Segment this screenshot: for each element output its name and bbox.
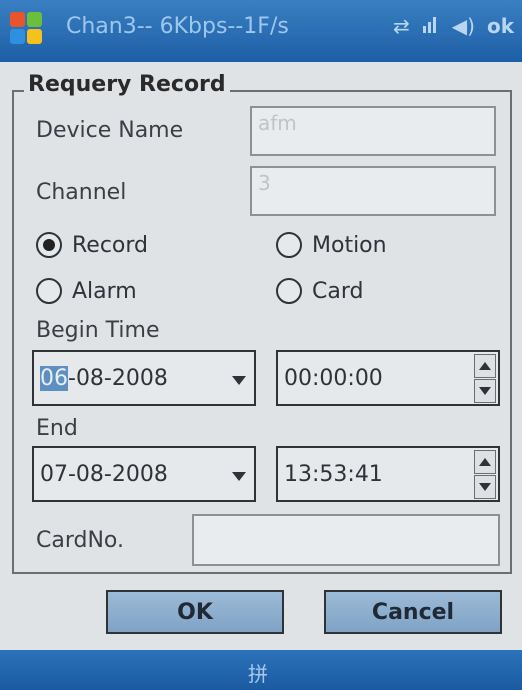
cancel-button[interactable]: Cancel xyxy=(324,590,502,634)
arrow-up-icon[interactable] xyxy=(474,450,496,474)
radio-unselected-icon xyxy=(36,278,62,304)
device-name-field[interactable]: afm xyxy=(250,106,496,156)
record-radio-label: Record xyxy=(72,232,149,258)
alarm-radio-label: Alarm xyxy=(72,278,137,304)
chevron-down-icon[interactable] xyxy=(232,472,246,481)
radio-unselected-icon xyxy=(276,278,302,304)
group-title: Requery Record xyxy=(24,72,230,97)
end-time-stepper[interactable]: 13:53:41 xyxy=(276,446,500,502)
end-date-value: 07-08-2008 xyxy=(40,462,168,487)
arrow-up-icon[interactable] xyxy=(474,354,496,378)
card-no-label: CardNo. xyxy=(36,528,124,553)
begin-date-picker[interactable]: 06-08-2008 xyxy=(32,350,256,406)
status-icons: ⇄ ◀︎) ok xyxy=(393,12,514,39)
end-label: End xyxy=(36,416,78,441)
alarm-radio[interactable]: Alarm xyxy=(36,278,137,304)
channel-field[interactable]: 3 xyxy=(250,166,496,216)
begin-time-spin-buttons xyxy=(474,354,496,404)
channel-label: Channel xyxy=(36,180,127,205)
signal-icon[interactable] xyxy=(422,12,440,39)
device-name-label: Device Name xyxy=(36,118,184,143)
motion-radio[interactable]: Motion xyxy=(276,232,387,258)
windows-start-icon[interactable] xyxy=(10,12,44,46)
begin-time-label: Begin Time xyxy=(36,318,160,343)
chevron-down-icon[interactable] xyxy=(232,376,246,385)
window-title: Chan3-- 6Kbps--1F/s xyxy=(66,14,289,39)
card-radio-label: Card xyxy=(312,278,364,304)
card-no-field[interactable] xyxy=(192,514,500,566)
end-date-picker[interactable]: 07-08-2008 xyxy=(32,446,256,502)
ok-button[interactable]: OK xyxy=(106,590,284,634)
record-radio[interactable]: Record xyxy=(36,232,148,258)
radio-selected-icon xyxy=(36,232,62,258)
connectivity-icon[interactable]: ⇄ xyxy=(393,14,410,38)
input-method-icon[interactable]: 拼 xyxy=(248,658,268,687)
volume-icon[interactable]: ◀︎) xyxy=(452,14,475,38)
card-radio[interactable]: Card xyxy=(276,278,363,304)
radio-unselected-icon xyxy=(276,232,302,258)
arrow-down-icon[interactable] xyxy=(474,475,496,499)
title-bar: Chan3-- 6Kbps--1F/s ⇄ ◀︎) ok xyxy=(0,0,522,62)
bottom-bar: 拼 xyxy=(0,650,522,690)
arrow-down-icon[interactable] xyxy=(474,379,496,403)
title-ok-button[interactable]: ok xyxy=(487,14,514,38)
begin-time-value: 00:00:00 xyxy=(284,366,383,391)
begin-date-rest: -08-2008 xyxy=(68,366,168,391)
begin-date-day-selected: 06 xyxy=(40,366,68,391)
begin-time-stepper[interactable]: 00:00:00 xyxy=(276,350,500,406)
end-time-value: 13:53:41 xyxy=(284,462,383,487)
begin-date-value: 06-08-2008 xyxy=(40,366,168,391)
motion-radio-label: Motion xyxy=(312,232,387,258)
end-time-spin-buttons xyxy=(474,450,496,500)
